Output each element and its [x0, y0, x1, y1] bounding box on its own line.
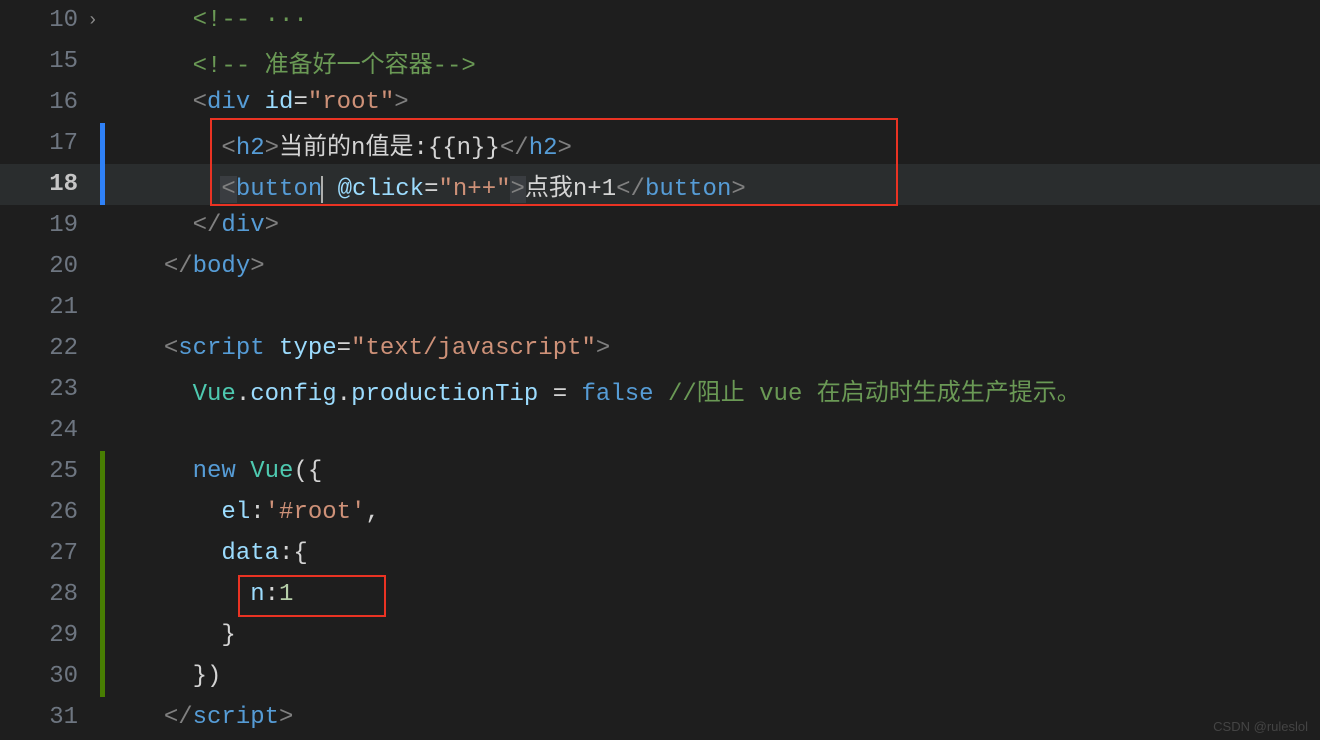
line-number: 21 [0, 294, 100, 321]
line-number: 19 [0, 212, 100, 239]
line-number: 10› [0, 7, 100, 34]
line-number: 16 [0, 89, 100, 116]
line-number: 18 [0, 171, 100, 198]
code-line[interactable]: 22 <script type="text/javascript"> [0, 328, 1320, 369]
code-content[interactable]: </script> [105, 704, 293, 731]
line-number: 30 [0, 663, 100, 690]
line-number: 27 [0, 540, 100, 567]
line-number: 22 [0, 335, 100, 362]
code-line[interactable]: 10› <!-- ··· [0, 0, 1320, 41]
fold-icon[interactable]: › [87, 11, 98, 31]
line-number: 31 [0, 704, 100, 731]
line-number: 28 [0, 581, 100, 608]
line-number: 17 [0, 130, 100, 157]
line-number: 20 [0, 253, 100, 280]
code-editor[interactable]: 10› <!-- ···15 <!-- 准备好一个容器-->16 <div id… [0, 0, 1320, 740]
line-number: 25 [0, 458, 100, 485]
line-number: 29 [0, 622, 100, 649]
code-content[interactable]: <div id="root"> [105, 89, 409, 116]
code-line[interactable]: 15 <!-- 准备好一个容器--> [0, 41, 1320, 82]
code-line[interactable]: 30 }) [0, 656, 1320, 697]
code-content[interactable]: <!-- 准备好一个容器--> [105, 44, 476, 80]
watermark: CSDN @ruleslol [1213, 719, 1308, 734]
code-line[interactable]: 16 <div id="root"> [0, 82, 1320, 123]
code-content[interactable]: <script type="text/javascript"> [105, 335, 610, 362]
code-line[interactable]: 18 <button @click="n++">点我n+1</button> [0, 164, 1320, 205]
change-marker [100, 287, 105, 328]
code-line[interactable]: 24 [0, 410, 1320, 451]
line-number: 24 [0, 417, 100, 444]
code-content[interactable]: }) [105, 663, 221, 690]
code-line[interactable]: 29 } [0, 615, 1320, 656]
code-line[interactable]: 17 <h2>当前的n值是:{{n}}</h2> [0, 123, 1320, 164]
code-content[interactable]: el:'#root', [105, 499, 380, 526]
code-line[interactable]: 26 el:'#root', [0, 492, 1320, 533]
code-line[interactable]: 27 data:{ [0, 533, 1320, 574]
code-line[interactable]: 19 </div> [0, 205, 1320, 246]
code-content[interactable]: </body> [105, 253, 265, 280]
code-line[interactable]: 23 Vue.config.productionTip = false //阻止… [0, 369, 1320, 410]
change-marker [100, 410, 105, 451]
code-line[interactable]: 25 new Vue({ [0, 451, 1320, 492]
code-content[interactable]: <button @click="n++">点我n+1</button> [105, 167, 746, 203]
code-content[interactable]: Vue.config.productionTip = false //阻止 vu… [105, 372, 1081, 408]
code-line[interactable]: 21 [0, 287, 1320, 328]
code-content[interactable]: } [105, 622, 236, 649]
code-line[interactable]: 28 n:1 [0, 574, 1320, 615]
code-content[interactable]: <h2>当前的n值是:{{n}}</h2> [105, 126, 572, 162]
line-number: 23 [0, 376, 100, 403]
code-content[interactable]: data:{ [105, 540, 308, 567]
code-content[interactable]: <!-- ··· [105, 7, 308, 34]
code-line[interactable]: 20 </body> [0, 246, 1320, 287]
code-content[interactable]: n:1 [105, 581, 293, 608]
code-line[interactable]: 31 </script> [0, 697, 1320, 738]
line-number: 15 [0, 48, 100, 75]
code-content[interactable]: </div> [105, 212, 279, 239]
line-number: 26 [0, 499, 100, 526]
code-content[interactable]: new Vue({ [105, 458, 322, 485]
